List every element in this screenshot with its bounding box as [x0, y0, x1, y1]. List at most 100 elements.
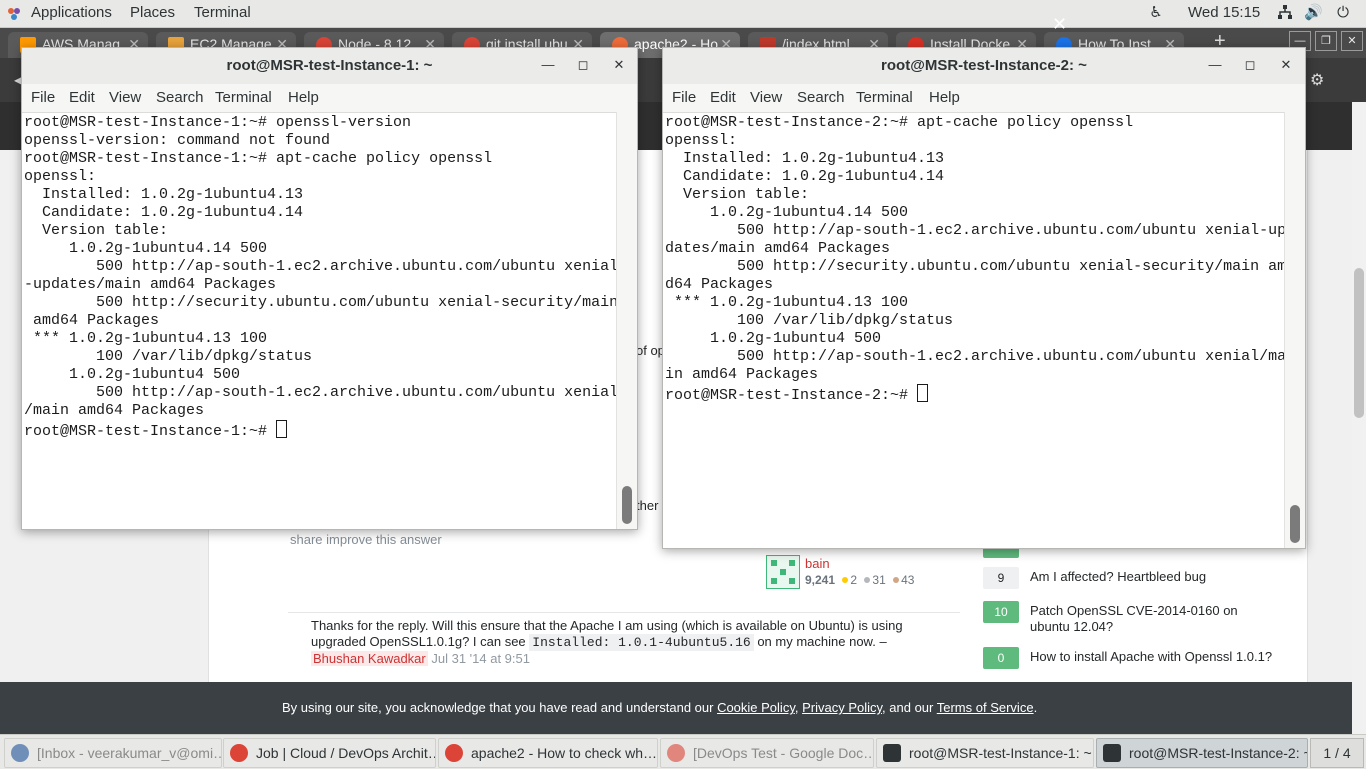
- output-line: Installed: 1.0.2g-1ubuntu4.13: [24, 186, 304, 203]
- taskbar-item-terminal-1[interactable]: root@MSR-test-Instance-1: ~: [876, 738, 1094, 768]
- menu-help[interactable]: Help: [929, 89, 960, 106]
- menu-search[interactable]: Search: [797, 89, 845, 106]
- menu-file[interactable]: File: [31, 89, 55, 106]
- menu-bar: File Edit View Search Terminal Help: [663, 84, 1305, 113]
- avatar[interactable]: [766, 555, 800, 589]
- terminal-window-1: root@MSR-test-Instance-1: ~ — ◻ ✕ File E…: [21, 47, 638, 530]
- output-line: Version table:: [24, 222, 169, 239]
- workspace-pager[interactable]: 1 / 4: [1310, 738, 1364, 768]
- terminal-output[interactable]: root@MSR-test-Instance-2:~# apt-cache po…: [665, 114, 1285, 544]
- output-line: root@MSR-test-Instance-1:~# openssl-vers…: [24, 114, 412, 131]
- related-question-link[interactable]: Am I affected? Heartbleed bug: [1030, 569, 1280, 585]
- menu-search[interactable]: Search: [156, 89, 204, 106]
- prompt: root@MSR-test-Instance-1:~#: [24, 423, 277, 440]
- close-icon[interactable]: ✕: [611, 57, 627, 73]
- bronze-badge-icon: [893, 577, 900, 583]
- output-line: amd64 Packages: [24, 312, 160, 329]
- menu-view[interactable]: View: [750, 89, 782, 106]
- peek-text: of op: [636, 343, 665, 358]
- cookie-banner: By using our site, you acknowledge that …: [0, 682, 1352, 734]
- output-line: -updates/main amd64 Packages: [24, 276, 277, 293]
- prompt-line: root@MSR-test-Instance-2:~#: [665, 384, 1285, 405]
- output-line: openssl:: [24, 168, 97, 185]
- menu-edit[interactable]: Edit: [69, 89, 95, 106]
- terminal-output[interactable]: root@MSR-test-Instance-1:~# openssl-vers…: [24, 114, 617, 526]
- menu-help[interactable]: Help: [288, 89, 319, 106]
- output-line: openssl:: [665, 132, 738, 149]
- cookie-text: By using our site, you acknowledge that …: [282, 700, 1038, 715]
- output-line: 1.0.2g-1ubuntu4.14 500: [24, 240, 268, 257]
- accessibility-icon[interactable]: ♿: [1147, 4, 1165, 22]
- output-line: 500 http://security.ubuntu.com/ubuntu xe…: [665, 258, 1285, 275]
- taskbar-item-apache2[interactable]: apache2 - How to check wh…: [438, 738, 658, 768]
- minimize-icon[interactable]: —: [540, 57, 556, 73]
- taskbar-item-inbox[interactable]: [Inbox - veerakumar_v@omi…: [4, 738, 222, 768]
- comment-author-link[interactable]: Bhushan Kawadkar: [311, 651, 428, 666]
- comment-code: Installed: 1.0.1-4ubuntu5.16: [529, 634, 754, 651]
- output-line: 100 /var/lib/dpkg/status: [665, 312, 954, 329]
- output-line: dates/main amd64 Packages: [665, 240, 891, 257]
- taskbar-item-terminal-2[interactable]: root@MSR-test-Instance-2: ~: [1096, 738, 1308, 768]
- minimize-icon[interactable]: —: [1207, 57, 1223, 73]
- close-icon[interactable]: ✕: [1052, 14, 1067, 35]
- terminal-scrollbar[interactable]: [616, 112, 637, 529]
- taskbar-item-google-docs[interactable]: [DevOps Test - Google Doc…: [660, 738, 874, 768]
- chrome-icon: [230, 744, 248, 762]
- user-name-link[interactable]: bain: [805, 556, 830, 571]
- comment-date-link[interactable]: Jul 31 '14 at 9:51: [431, 651, 530, 666]
- output-line: 1.0.2g-1ubuntu4 500: [665, 330, 882, 347]
- chrome-icon: [445, 744, 463, 762]
- volume-icon[interactable]: 🔊: [1304, 4, 1323, 22]
- browser-close-button[interactable]: ✕: [1341, 31, 1363, 51]
- scrollbar-thumb[interactable]: [1290, 505, 1300, 543]
- scrollbar-thumb[interactable]: [622, 486, 632, 524]
- chrome-icon: [667, 744, 685, 762]
- menu-terminal[interactable]: Terminal: [856, 89, 913, 106]
- page-scrollbar[interactable]: [1352, 102, 1366, 734]
- output-line: 500 http://security.ubuntu.com/ubuntu xe…: [24, 294, 617, 311]
- power-icon[interactable]: ⏻: [1334, 4, 1352, 22]
- output-line: root@MSR-test-Instance-1:~# apt-cache po…: [24, 150, 493, 167]
- applications-menu[interactable]: Applications: [31, 4, 112, 21]
- terminal-icon: [1103, 744, 1121, 762]
- menu-bar: File Edit View Search Terminal Help: [22, 84, 637, 113]
- applications-menu-icon: [7, 7, 21, 21]
- output-line: 500 http://ap-south-1.ec2.archive.ubuntu…: [665, 222, 1285, 239]
- maximize-icon[interactable]: ◻: [575, 57, 591, 73]
- browser-maximize-button[interactable]: ❐: [1315, 31, 1337, 51]
- related-question-link[interactable]: How to install Apache with Openssl 1.0.1…: [1030, 649, 1280, 665]
- network-icon[interactable]: [1276, 4, 1294, 22]
- terminal-window-2: root@MSR-test-Instance-2: ~ — ◻ ✕ File E…: [662, 47, 1306, 549]
- output-line: root@MSR-test-Instance-2:~# apt-cache po…: [665, 114, 1134, 131]
- menu-view[interactable]: View: [109, 89, 141, 106]
- terms-of-service-link[interactable]: Terms of Service: [937, 700, 1034, 715]
- output-line: d64 Packages: [665, 276, 774, 293]
- output-line: Version table:: [665, 186, 810, 203]
- share-improve-links[interactable]: share improve this answer: [290, 532, 442, 547]
- terminal-scrollbar[interactable]: [1284, 112, 1305, 548]
- output-line: 500 http://ap-south-1.ec2.archive.ubuntu…: [24, 384, 617, 401]
- privacy-policy-link[interactable]: Privacy Policy: [802, 700, 882, 715]
- places-menu[interactable]: Places: [130, 4, 175, 21]
- output-line: /main amd64 Packages: [24, 402, 205, 419]
- menu-file[interactable]: File: [672, 89, 696, 106]
- terminal-app-menu[interactable]: Terminal: [194, 4, 251, 21]
- title-bar[interactable]: root@MSR-test-Instance-1: ~ — ◻ ✕: [22, 48, 637, 85]
- page-scrollbar-thumb[interactable]: [1354, 268, 1364, 418]
- clock[interactable]: Wed 15:15: [1188, 4, 1260, 21]
- output-line: 1.0.2g-1ubuntu4 500: [24, 366, 241, 383]
- extension-icon[interactable]: ⚙: [1310, 70, 1324, 90]
- output-line: openssl-version: command not found: [24, 132, 331, 149]
- menu-terminal[interactable]: Terminal: [215, 89, 272, 106]
- title-bar[interactable]: root@MSR-test-Instance-2: ~ — ◻ ✕: [663, 48, 1305, 85]
- taskbar-item-job[interactable]: Job | Cloud / DevOps Archit…: [223, 738, 436, 768]
- maximize-icon[interactable]: ◻: [1242, 57, 1258, 73]
- cookie-policy-link[interactable]: Cookie Policy: [717, 700, 795, 715]
- prompt: root@MSR-test-Instance-2:~#: [665, 387, 918, 404]
- output-line: Candidate: 1.0.2g-1ubuntu4.14: [24, 204, 304, 221]
- output-line: *** 1.0.2g-1ubuntu4.13 100: [24, 330, 268, 347]
- menu-edit[interactable]: Edit: [710, 89, 736, 106]
- related-question-link[interactable]: Patch OpenSSL CVE-2014-0160 on ubuntu 12…: [1030, 603, 1280, 635]
- prompt-line: root@MSR-test-Instance-1:~#: [24, 420, 617, 441]
- close-icon[interactable]: ✕: [1278, 57, 1294, 73]
